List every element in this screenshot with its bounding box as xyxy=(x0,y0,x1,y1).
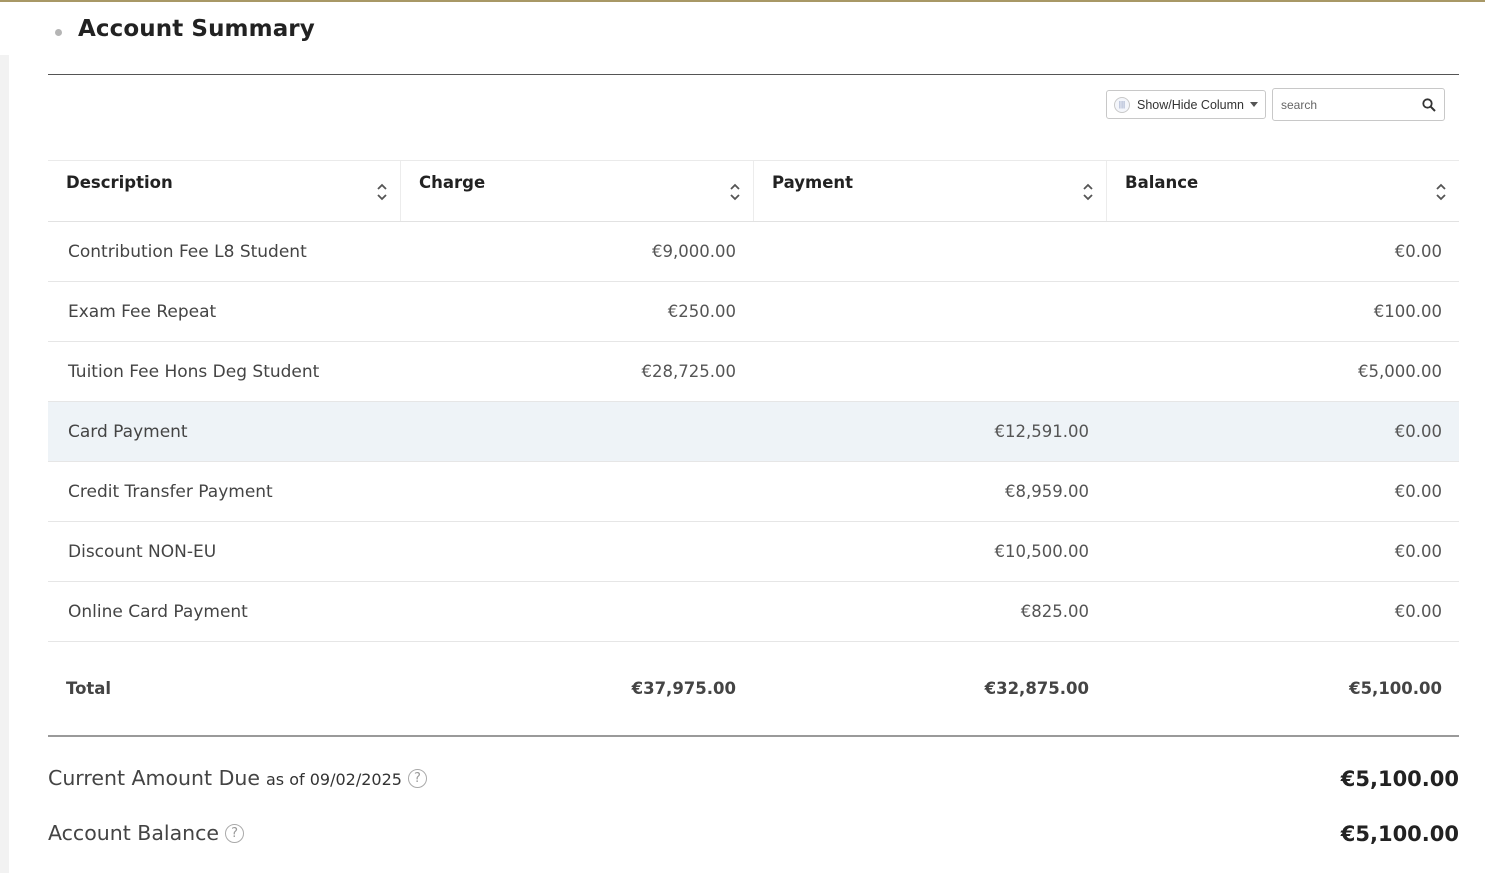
description-cell: Contribution Fee L8 Student xyxy=(68,241,307,262)
table-row[interactable]: Card Payment €12,591.00 €0.00 xyxy=(48,402,1459,462)
sort-icon[interactable] xyxy=(1082,181,1094,203)
description-cell: Card Payment xyxy=(68,421,188,442)
help-icon[interactable]: ? xyxy=(225,824,245,843)
balance-cell: €0.00 xyxy=(1394,422,1442,441)
column-header-description[interactable]: Description xyxy=(48,161,400,221)
section-header: Account Summary xyxy=(55,16,315,42)
table-row[interactable]: Exam Fee Repeat €250.00 €100.00 xyxy=(48,282,1459,342)
current-amount-due-row: Current Amount Due as of 09/02/2025 ? €5… xyxy=(48,766,1459,791)
search-box xyxy=(1272,88,1445,121)
columns-icon: ||| xyxy=(1114,96,1130,113)
sort-icon[interactable] xyxy=(729,181,741,203)
column-header-label: Description xyxy=(66,173,173,192)
description-cell: Discount NON-EU xyxy=(68,541,217,562)
total-balance: €5,100.00 xyxy=(1349,679,1442,698)
page-title: Account Summary xyxy=(78,16,315,42)
total-charge: €37,975.00 xyxy=(631,679,736,698)
account-balance-value: €5,100.00 xyxy=(1340,821,1459,846)
balance-cell: €0.00 xyxy=(1394,482,1442,501)
table-row[interactable]: Contribution Fee L8 Student €9,000.00 €0… xyxy=(48,222,1459,282)
account-balance-label: Account Balance xyxy=(48,821,220,845)
table-row[interactable]: Credit Transfer Payment €8,959.00 €0.00 xyxy=(48,462,1459,522)
column-header-label: Payment xyxy=(772,173,854,192)
current-amount-due-label: Current Amount Due xyxy=(48,766,260,790)
total-row: Total €37,975.00 €32,875.00 €5,100.00 xyxy=(48,642,1459,735)
table-row[interactable]: Discount NON-EU €10,500.00 €0.00 xyxy=(48,522,1459,582)
payment-cell: €12,591.00 xyxy=(994,422,1089,441)
summary-divider xyxy=(48,735,1459,737)
table-header-row: Description Charge Payment Balance xyxy=(48,160,1459,222)
sort-icon[interactable] xyxy=(376,181,388,203)
column-header-label: Charge xyxy=(419,173,486,192)
balance-cell: €0.00 xyxy=(1394,242,1442,261)
table-row[interactable]: Tuition Fee Hons Deg Student €28,725.00 … xyxy=(48,342,1459,402)
caret-down-icon xyxy=(1250,102,1258,107)
help-icon[interactable]: ? xyxy=(407,769,427,788)
charge-cell: €28,725.00 xyxy=(641,362,736,381)
description-cell: Tuition Fee Hons Deg Student xyxy=(68,361,320,382)
balance-cell: €5,000.00 xyxy=(1358,362,1442,381)
current-amount-due-value: €5,100.00 xyxy=(1340,766,1459,791)
payment-cell: €8,959.00 xyxy=(1005,482,1089,501)
top-accent-rule xyxy=(0,0,1485,2)
left-rail xyxy=(0,55,9,873)
description-cell: Exam Fee Repeat xyxy=(68,301,217,322)
column-header-charge[interactable]: Charge xyxy=(400,161,753,221)
search-input[interactable] xyxy=(1281,97,1411,112)
search-icon[interactable] xyxy=(1422,97,1436,112)
total-payment: €32,875.00 xyxy=(984,679,1089,698)
description-cell: Credit Transfer Payment xyxy=(68,481,273,502)
payment-cell: €825.00 xyxy=(1020,602,1089,621)
total-label: Total xyxy=(66,679,112,698)
balance-cell: €100.00 xyxy=(1373,302,1442,321)
charge-cell: €9,000.00 xyxy=(652,242,736,261)
charge-cell: €250.00 xyxy=(667,302,736,321)
account-balance-label-group: Account Balance ? xyxy=(48,821,245,846)
current-amount-due-label-group: Current Amount Due as of 09/02/2025 ? xyxy=(48,766,427,791)
sort-icon[interactable] xyxy=(1435,181,1447,203)
show-hide-column-button[interactable]: ||| Show/Hide Column xyxy=(1106,90,1266,119)
column-header-payment[interactable]: Payment xyxy=(753,161,1106,221)
column-header-label: Balance xyxy=(1125,173,1199,192)
balance-cell: €0.00 xyxy=(1394,602,1442,621)
bullet-icon xyxy=(55,28,62,36)
title-divider xyxy=(48,74,1459,75)
table-toolbar: ||| Show/Hide Column xyxy=(1106,88,1445,121)
account-balance-row: Account Balance ? €5,100.00 xyxy=(48,821,1459,846)
payment-cell: €10,500.00 xyxy=(994,542,1089,561)
description-cell: Online Card Payment xyxy=(68,601,248,622)
account-table: Description Charge Payment Balance Contr… xyxy=(48,160,1459,735)
show-hide-column-label: Show/Hide Column xyxy=(1137,97,1244,112)
balance-cell: €0.00 xyxy=(1394,542,1442,561)
as-of-date: as of 09/02/2025 xyxy=(265,770,402,789)
table-row[interactable]: Online Card Payment €825.00 €0.00 xyxy=(48,582,1459,642)
column-header-balance[interactable]: Balance xyxy=(1106,161,1459,221)
